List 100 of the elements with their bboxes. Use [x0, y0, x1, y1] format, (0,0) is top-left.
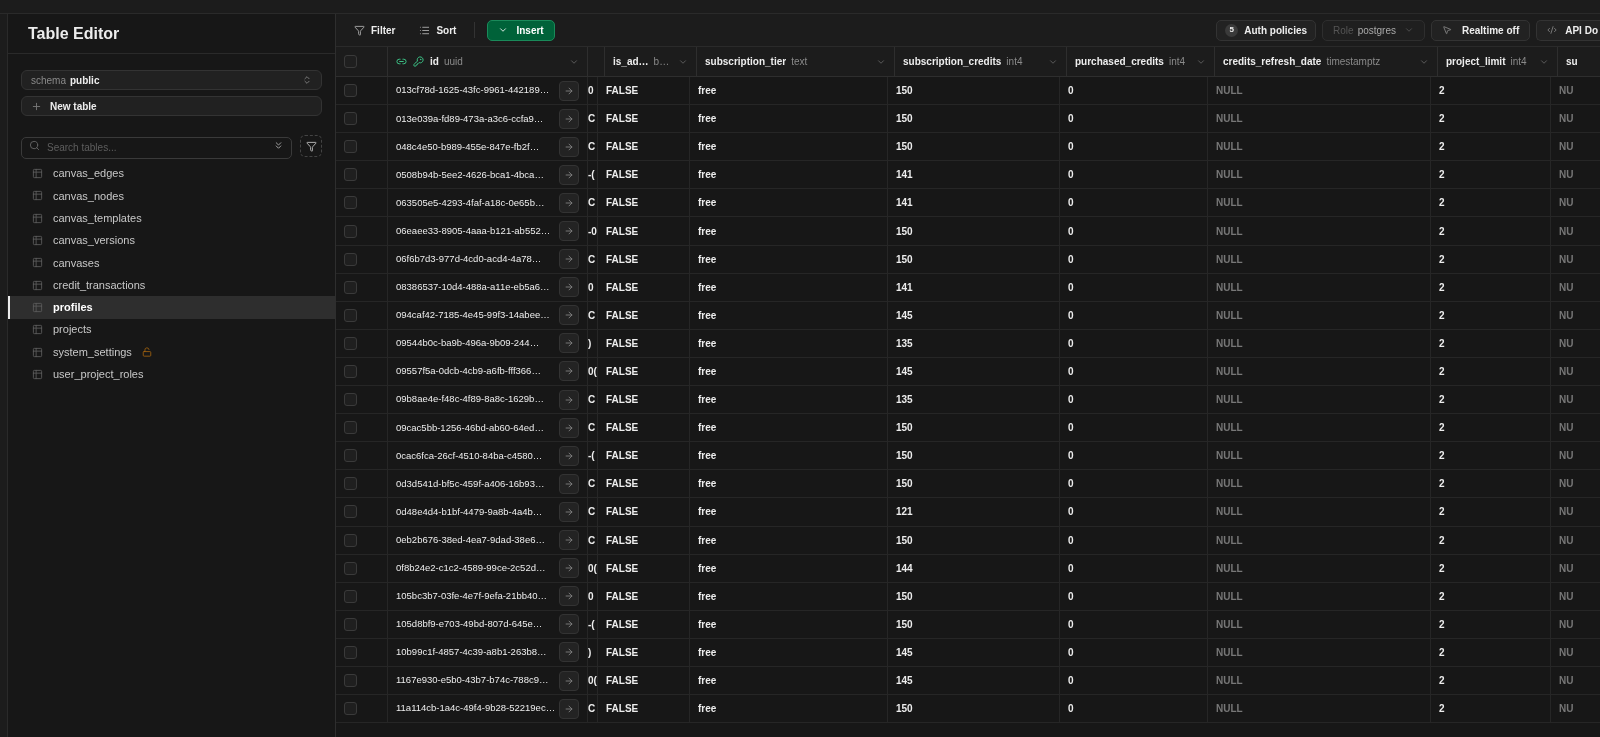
row-checkbox[interactable] — [344, 449, 357, 463]
table-list-item[interactable]: profiles — [8, 296, 335, 319]
open-row-button[interactable] — [559, 558, 579, 579]
table-cell-text: free — [698, 421, 717, 436]
open-row-button[interactable] — [559, 501, 579, 522]
row-checkbox[interactable] — [344, 224, 357, 238]
table-cell-text: FALSE — [606, 224, 639, 239]
row-checkbox[interactable] — [344, 393, 357, 407]
column-header[interactable]: is_ad… b… — [613, 54, 670, 69]
table-cell-text: NU — [1559, 674, 1574, 688]
chevrons-icon — [302, 75, 312, 85]
table-cell-text: 145 — [896, 365, 913, 379]
row-checkbox[interactable] — [344, 561, 357, 575]
table-list-item[interactable]: canvas_edges — [8, 162, 335, 185]
filter-button[interactable] — [300, 135, 322, 158]
cursor-icon — [1442, 25, 1452, 35]
auth-policies-button[interactable]: 5 Auth policies — [1216, 19, 1317, 41]
column-header[interactable]: credits_refresh_date timestamptz — [1223, 54, 1381, 69]
open-row-button[interactable] — [559, 361, 579, 382]
row-checkbox[interactable] — [344, 477, 357, 491]
table-cell-text: NULL — [1216, 280, 1243, 295]
arrow-right-icon — [564, 85, 574, 96]
search-field[interactable]: Search tables... — [21, 136, 292, 159]
row-checkbox[interactable] — [344, 252, 357, 266]
column-header[interactable]: project_limit int4 — [1446, 54, 1527, 69]
row-checkbox[interactable] — [344, 196, 357, 210]
open-row-button[interactable] — [559, 586, 579, 607]
table-cell-text: 2 — [1439, 336, 1445, 351]
row-checkbox[interactable] — [344, 308, 357, 322]
column-header[interactable]: subscription_credits int4 — [903, 54, 1023, 69]
open-row-button[interactable] — [559, 249, 579, 270]
open-row-button[interactable] — [559, 445, 579, 466]
column-header[interactable]: subscription_tier text — [705, 54, 808, 69]
row-checkbox[interactable] — [344, 168, 357, 182]
open-row-button[interactable] — [559, 277, 579, 298]
table-list-item[interactable]: projects — [8, 318, 335, 341]
open-row-button[interactable] — [559, 80, 579, 101]
table-cell-text: 145 — [896, 645, 913, 660]
open-row-button[interactable] — [559, 333, 579, 354]
row-checkbox[interactable] — [344, 365, 357, 378]
open-row-button[interactable] — [559, 136, 579, 157]
open-row-button[interactable] — [559, 164, 579, 185]
table-cell-text: NULL — [1216, 140, 1243, 155]
row-checkbox[interactable] — [344, 533, 357, 547]
table-icon — [32, 346, 43, 358]
row-checkbox[interactable] — [344, 702, 357, 716]
filter-button[interactable]: Filter — [348, 19, 402, 41]
table-cell-text: free — [698, 674, 717, 688]
row-checkbox[interactable] — [344, 84, 357, 98]
api-docs-button[interactable]: API Do — [1536, 19, 1600, 41]
table-list-item[interactable]: user_project_roles — [8, 363, 335, 386]
open-row-button[interactable] — [559, 473, 579, 494]
open-row-button[interactable] — [559, 305, 579, 326]
arrow-right-icon — [564, 366, 574, 377]
column-header[interactable]: purchased_credits int4 — [1075, 54, 1186, 69]
open-row-button[interactable] — [559, 417, 579, 438]
table-list-item[interactable]: canvas_nodes — [8, 184, 335, 208]
insert-button[interactable]: Insert — [487, 19, 555, 41]
table-cell-text: free — [698, 561, 717, 576]
open-row-button[interactable] — [559, 614, 579, 635]
realtime-button[interactable]: Realtime off — [1431, 19, 1531, 41]
table-cell-text: FALSE — [606, 645, 639, 660]
row-checkbox[interactable] — [344, 505, 357, 519]
open-row-button[interactable] — [559, 389, 579, 410]
new-table-button[interactable]: New table — [21, 96, 322, 116]
open-row-button[interactable] — [559, 108, 579, 129]
row-checkbox[interactable] — [344, 617, 357, 631]
row-checkbox[interactable] — [344, 336, 357, 350]
row-checkbox[interactable] — [344, 674, 357, 687]
table-cell-text: free — [698, 589, 717, 604]
row-checkbox[interactable] — [344, 55, 357, 68]
table-cell-text: FALSE — [606, 702, 639, 717]
open-row-button[interactable] — [559, 221, 579, 241]
table-list-item[interactable]: canvases — [8, 251, 335, 274]
open-row-button[interactable] — [559, 698, 579, 719]
row-checkbox[interactable] — [344, 280, 357, 294]
table-cell-text: 0 — [1068, 308, 1074, 323]
table-list-item[interactable]: canvas_templates — [8, 207, 335, 230]
row-checkbox[interactable] — [344, 140, 357, 154]
table-list-item[interactable]: credit_transactions — [8, 274, 335, 297]
chevrons-down-icon[interactable] — [273, 139, 284, 151]
table-cell-text: 0 — [588, 280, 594, 295]
table-cell-text: NU — [1559, 477, 1574, 492]
schema-select[interactable]: schema public — [21, 70, 322, 90]
row-checkbox[interactable] — [344, 112, 357, 126]
column-header[interactable]: id uuid — [430, 54, 463, 69]
row-checkbox[interactable] — [344, 421, 357, 435]
table-cell: 0508b94b-5ee2-4626-bca1-4bca… — [396, 167, 544, 182]
open-row-button[interactable] — [559, 192, 579, 213]
row-checkbox[interactable] — [344, 645, 357, 659]
open-row-button[interactable] — [559, 642, 579, 663]
open-row-button[interactable] — [559, 670, 579, 691]
table-list-item[interactable]: system_settings — [8, 340, 335, 364]
row-checkbox[interactable] — [344, 589, 357, 603]
table-cell-text: 2 — [1439, 449, 1445, 464]
column-header[interactable]: su — [1566, 54, 1578, 69]
table-cell-text: 150 — [896, 449, 913, 464]
table-list-item[interactable]: canvas_versions — [8, 229, 335, 252]
open-row-button[interactable] — [559, 530, 579, 551]
sort-button[interactable]: Sort — [413, 19, 463, 41]
